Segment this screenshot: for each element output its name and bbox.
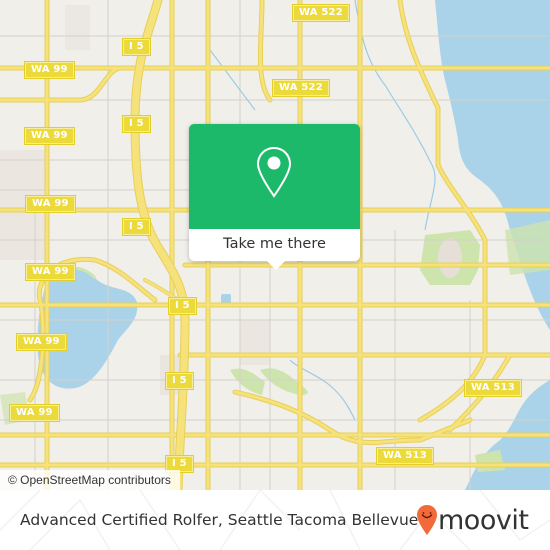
map-pin-icon <box>256 146 292 198</box>
popup-pointer <box>267 261 285 270</box>
footer-bar: Advanced Certified Rolfer, Seattle Tacom… <box>0 490 550 550</box>
route-shield: WA 99 <box>25 62 74 78</box>
take-me-there-button[interactable]: Take me there <box>189 229 360 261</box>
popup-header <box>189 124 360 229</box>
moovit-wordmark: moovit <box>438 505 529 536</box>
route-shield: I 5 <box>123 39 150 55</box>
route-shield: WA 99 <box>17 334 66 350</box>
route-shield: I 5 <box>123 116 150 132</box>
green-lake <box>37 268 138 389</box>
route-shield: WA 513 <box>465 380 521 396</box>
route-shield: WA 513 <box>377 448 433 464</box>
route-shield: WA 99 <box>26 196 75 212</box>
route-shield: WA 522 <box>273 80 329 96</box>
route-shield: WA 522 <box>293 5 349 21</box>
route-shield: WA 99 <box>10 405 59 421</box>
route-shield: I 5 <box>169 298 196 314</box>
place-name: Advanced Certified Rolfer, Seattle Tacom… <box>20 511 419 529</box>
route-shield: WA 99 <box>25 128 74 144</box>
route-shield: I 5 <box>123 219 150 235</box>
route-shield: I 5 <box>166 373 193 389</box>
route-shield: WA 99 <box>26 264 75 280</box>
location-popup: Take me there <box>189 124 360 270</box>
moovit-pin-logo-icon <box>417 505 437 535</box>
map-view[interactable]: WA 522 WA 522 WA 99 WA 99 WA 99 WA 99 WA… <box>0 0 550 490</box>
map-attribution[interactable]: © OpenStreetMap contributors <box>0 470 180 490</box>
